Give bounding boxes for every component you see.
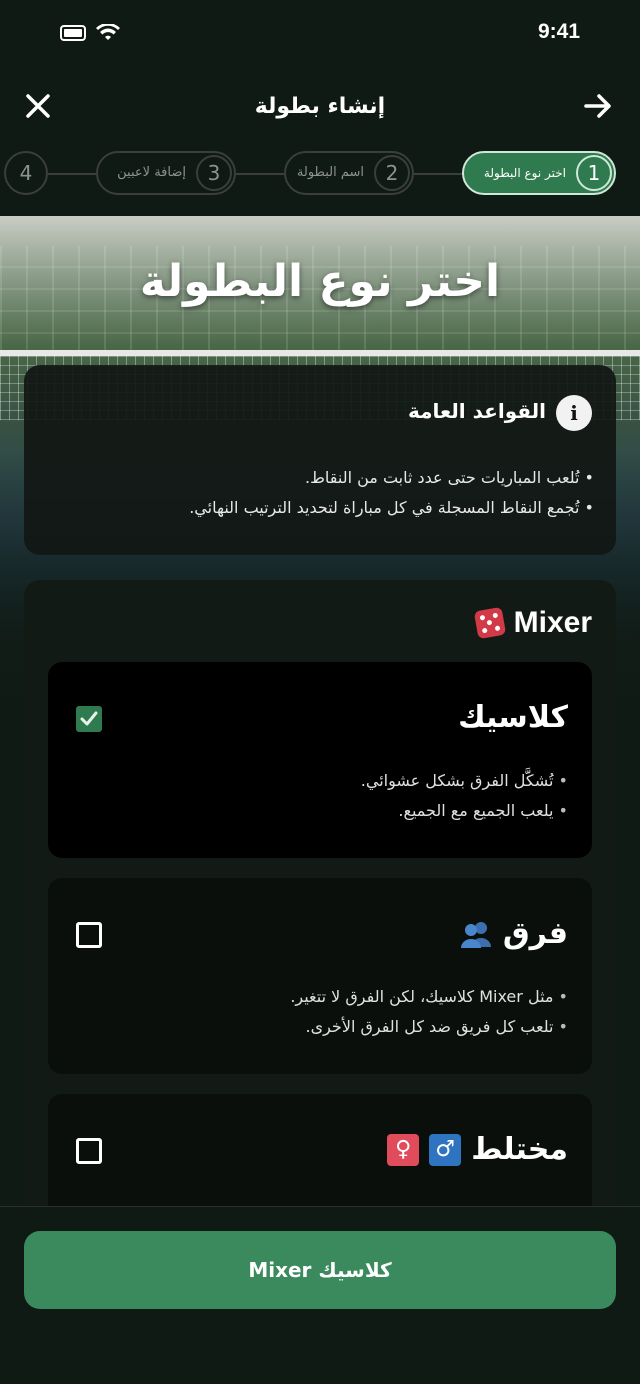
hero-title: اختر نوع البطولة: [139, 256, 501, 307]
option-title-text: كلاسيك: [458, 700, 568, 735]
step-number: 4: [19, 161, 33, 185]
list-item: تُجمع النقاط المسجلة في كل مباراة لتحديد…: [189, 493, 594, 523]
mixer-title-text: Mixer: [513, 606, 592, 639]
list-item: تُشكَّل الفرق بشكل عشوائي.: [361, 766, 568, 796]
list-item: مثل Mixer كلاسيك، لكن الفرق لا تتغير.: [290, 982, 568, 1012]
option-title: مختلط ♂ ♀: [387, 1132, 568, 1167]
status-time: 9:41: [537, 20, 580, 43]
rules-title: القواعد العامة: [407, 399, 546, 423]
classic-checkbox[interactable]: [76, 706, 102, 732]
continue-button[interactable]: Mixer كلاسيك: [24, 1231, 616, 1309]
step-number: 2: [374, 155, 410, 191]
people-icon: [460, 921, 491, 948]
step-number: 1: [576, 155, 612, 191]
nav-bar: إنشاء بطولة: [0, 80, 640, 136]
teams-checkbox[interactable]: [76, 922, 102, 948]
step-2-tournament-name[interactable]: 2 اسم البطولة: [284, 151, 414, 195]
step-1-choose-type[interactable]: 1 اختر نوع البطولة: [462, 151, 616, 195]
mixer-section: Mixer كلاسيك تُشكَّل الفرق بشكل عشوائي. …: [24, 580, 616, 1260]
step-label: إضافة لاعبين: [117, 165, 186, 180]
list-item: يلعب الجميع مع الجميع.: [361, 796, 568, 826]
male-symbol-icon: ♂: [429, 1133, 462, 1166]
option-description: مثل Mixer كلاسيك، لكن الفرق لا تتغير. تل…: [290, 982, 568, 1042]
option-description: تُشكَّل الفرق بشكل عشوائي. يلعب الجميع م…: [361, 766, 568, 826]
info-icon: i: [556, 395, 592, 431]
arrow-right-icon[interactable]: [582, 90, 614, 122]
battery-icon: [60, 25, 86, 41]
rules-card: i القواعد العامة تُلعب المباريات حتى عدد…: [24, 365, 616, 555]
option-title: فرق: [459, 916, 568, 951]
list-item: تُلعب المباريات حتى عدد ثابت من النقاط.: [189, 463, 594, 493]
female-symbol-icon: ♀: [387, 1133, 420, 1166]
dice-icon: [473, 606, 506, 640]
step-connector: [48, 173, 98, 175]
status-icons: [60, 24, 120, 42]
step-3-add-players[interactable]: 3 إضافة لاعبين: [96, 151, 236, 195]
option-teams[interactable]: فرق مثل Mixer كلاسيك، لكن الفرق لا تتغير…: [48, 878, 592, 1074]
stepper: 1 اختر نوع البطولة 2 اسم البطولة 3 إضافة…: [0, 150, 640, 198]
bottom-action-bar: Mixer كلاسيك: [0, 1206, 640, 1384]
page-title: إنشاء بطولة: [254, 94, 386, 119]
list-item: تلعب كل فريق ضد كل الفرق الأخرى.: [290, 1012, 568, 1042]
step-connector: [414, 173, 464, 175]
step-4[interactable]: 4: [4, 151, 48, 195]
mixer-title: Mixer: [473, 606, 592, 640]
step-label: اختر نوع البطولة: [483, 166, 566, 180]
option-classic[interactable]: كلاسيك تُشكَّل الفرق بشكل عشوائي. يلعب ا…: [48, 662, 592, 858]
option-title: كلاسيك: [458, 700, 568, 735]
step-connector: [236, 173, 286, 175]
status-bar: 9:41: [0, 0, 640, 66]
wifi-icon: [96, 24, 120, 40]
checkmark-icon: [80, 711, 98, 726]
option-title-text: مختلط: [471, 1132, 568, 1167]
step-number: 3: [196, 155, 232, 191]
option-title-text: فرق: [502, 916, 568, 951]
rules-list: تُلعب المباريات حتى عدد ثابت من النقاط. …: [189, 463, 594, 523]
mixed-checkbox[interactable]: [76, 1138, 102, 1164]
step-label: اسم البطولة: [296, 165, 364, 180]
